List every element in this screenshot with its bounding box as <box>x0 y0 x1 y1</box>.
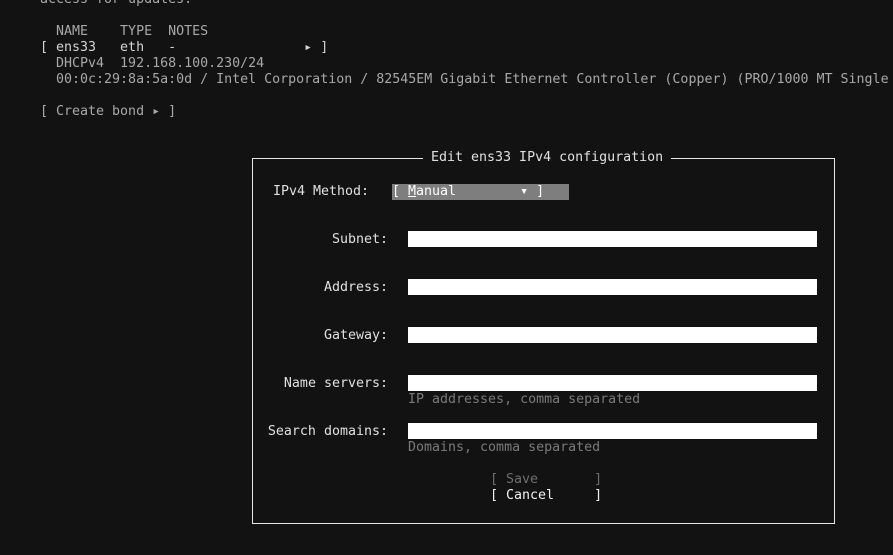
select-value-mnemonic: M <box>408 184 417 199</box>
select-value: anual <box>416 184 457 199</box>
select-bracket: [ <box>392 184 409 199</box>
interface-dhcp-info: DHCPv4 192.168.100.230/24 <box>40 56 265 71</box>
gateway-input[interactable] <box>408 327 817 343</box>
ipv4-method-select[interactable]: [ Manual ▾ ] <box>392 184 569 200</box>
create-bond-button[interactable]: [ Create bond ▸ ] <box>40 104 176 120</box>
ipv4-config-dialog: Edit ens33 IPv4 configuration IPv4 Metho… <box>252 150 835 524</box>
name-servers-hint: IP addresses, comma separated <box>408 392 641 407</box>
interfaces-header: NAME TYPE NOTES <box>40 24 209 39</box>
search-domains-input[interactable] <box>408 423 817 439</box>
interface-row-ens33[interactable]: [ ens33 eth - ▸ ] <box>40 40 328 56</box>
chevron-down-icon: ▾ ] <box>456 184 545 199</box>
gateway-label: Gateway: <box>323 328 388 343</box>
subnet-input[interactable] <box>408 231 817 247</box>
search-domains-hint: Domains, comma separated <box>408 440 601 455</box>
interface-hardware-info: 00:0c:29:8a:5a:0d / Intel Corporation / … <box>40 72 889 87</box>
address-input[interactable] <box>408 279 817 295</box>
cancel-button[interactable]: [ Cancel ] <box>490 488 602 504</box>
save-button[interactable]: [ Save ] <box>490 472 602 488</box>
dialog-title: Edit ens33 IPv4 configuration <box>423 150 672 166</box>
address-label: Address: <box>323 280 388 295</box>
subnet-label: Subnet: <box>331 232 388 247</box>
cut-off-text: access for updates. <box>40 0 192 8</box>
ipv4-method-label: IPv4 Method: <box>273 184 370 199</box>
name-servers-input[interactable] <box>408 375 817 391</box>
search-domains-label: Search domains: <box>267 424 388 439</box>
name-servers-label: Name servers: <box>283 376 388 391</box>
